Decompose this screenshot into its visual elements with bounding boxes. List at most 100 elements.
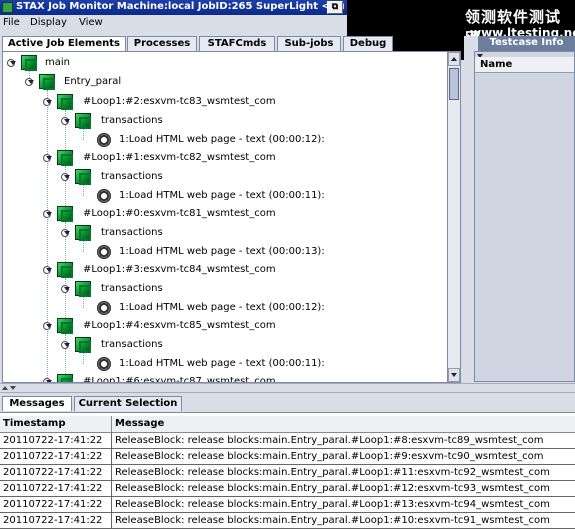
expand-toggle-icon[interactable] — [43, 322, 52, 330]
column-header-message[interactable]: Message — [112, 416, 575, 433]
table-row[interactable]: 20110722-17:41:22 ReleaseBlock: release … — [0, 465, 575, 481]
scroll-down-icon[interactable] — [448, 368, 460, 382]
timestamp-cell: 20110722-17:41:22 — [0, 433, 112, 448]
block-icon — [75, 225, 91, 241]
block-icon — [75, 337, 91, 353]
column-header-timestamp[interactable]: Timestamp — [0, 416, 112, 433]
block-icon — [39, 74, 55, 90]
tree-node-label: transactions — [101, 227, 163, 238]
block-icon — [57, 94, 73, 110]
testcase-info-panel: Testcase Info Name — [464, 36, 575, 382]
menu-bar: File Display View — [0, 15, 347, 32]
tab-sub-jobs[interactable]: Sub-jobs — [277, 36, 341, 51]
tree-node-process[interactable]: 1:Load HTML web page - text (00:00:11): — [3, 188, 443, 204]
expand-toggle-icon[interactable] — [43, 210, 52, 218]
block-icon — [57, 318, 73, 334]
tab-messages[interactable]: Messages — [2, 396, 72, 411]
messages-table: Timestamp Message 20110722-17:41:22 Rele… — [0, 412, 575, 529]
tree-node-label: #Loop1:#3:esxvm-tc84_wsmtest_com — [83, 264, 276, 275]
tree-node-label: transactions — [101, 115, 163, 126]
timestamp-cell: 20110722-17:41:22 — [0, 513, 112, 528]
tree-node-label: 1:Load HTML web page - text (00:00:11): — [119, 358, 325, 369]
tab-processes[interactable]: Processes — [127, 36, 197, 51]
menu-display[interactable]: Display — [30, 17, 67, 28]
column-header-name[interactable]: Name — [475, 57, 574, 73]
tab-stafcmds[interactable]: STAFCmds — [199, 36, 275, 51]
tree-node-label: transactions — [101, 339, 163, 350]
expand-toggle-icon[interactable] — [43, 98, 52, 106]
tree-node-label: #Loop1:#4:esxvm-tc85_wsmtest_com — [83, 320, 276, 331]
message-cell: ReleaseBlock: release blocks:main.Entry_… — [115, 467, 550, 478]
tree-node-process[interactable]: 1:Load HTML web page - text (00:00:11): — [3, 356, 443, 372]
table-row[interactable]: 20110722-17:41:22 ReleaseBlock: release … — [0, 497, 575, 513]
tab-testcase-info[interactable]: Testcase Info — [478, 36, 575, 51]
tree-node-loop[interactable]: #Loop1:#3:esxvm-tc84_wsmtest_com — [3, 262, 443, 278]
expand-toggle-icon[interactable] — [61, 229, 70, 237]
tree-node-label: #Loop1:#1:esxvm-tc82_wsmtest_com — [83, 152, 276, 163]
tree-node-loop[interactable]: #Loop1:#1:esxvm-tc82_wsmtest_com — [3, 150, 443, 166]
collapse-up-icon[interactable] — [2, 386, 8, 390]
gear-icon — [97, 357, 111, 371]
expand-toggle-icon[interactable] — [61, 341, 70, 349]
stax-app-icon — [2, 2, 13, 13]
tree-node-label: 1:Load HTML web page - text (00:00:13): — [119, 246, 325, 257]
tree-node-loop[interactable]: #Loop1:#4:esxvm-tc85_wsmtest_com — [3, 318, 443, 334]
tree-node-process[interactable]: 1:Load HTML web page - text (00:00:12): — [3, 300, 443, 316]
scroll-up-icon[interactable] — [448, 52, 460, 66]
tree-node-label: 1:Load HTML web page - text (00:00:12): — [119, 302, 325, 313]
message-cell: ReleaseBlock: release blocks:main.Entry_… — [115, 515, 550, 526]
gear-icon — [97, 189, 111, 203]
tab-active-job-elements[interactable]: Active Job Elements — [2, 36, 126, 52]
block-icon — [75, 281, 91, 297]
table-row[interactable]: 20110722-17:41:22 ReleaseBlock: release … — [0, 449, 575, 465]
menu-file[interactable]: File — [3, 17, 20, 28]
expand-toggle-icon[interactable] — [61, 285, 70, 293]
expand-toggle-icon[interactable] — [61, 117, 70, 125]
table-row[interactable]: 20110722-17:41:22 ReleaseBlock: release … — [0, 433, 575, 449]
expand-toggle-icon[interactable] — [25, 78, 34, 86]
tree-node-transactions[interactable]: transactions — [3, 281, 443, 297]
table-row[interactable]: 20110722-17:41:22 ReleaseBlock: release … — [0, 481, 575, 497]
block-icon — [75, 169, 91, 185]
scroll-thumb[interactable] — [449, 68, 459, 100]
tree-node-transactions[interactable]: transactions — [3, 113, 443, 129]
collapse-down-icon[interactable] — [10, 386, 16, 390]
tree-node-transactions[interactable]: transactions — [3, 169, 443, 185]
gear-icon — [97, 245, 111, 259]
table-row[interactable]: 20110722-17:41:22 ReleaseBlock: release … — [0, 513, 575, 529]
block-icon — [57, 374, 73, 382]
tree-node-loop[interactable]: #Loop1:#2:esxvm-tc83_wsmtest_com — [3, 94, 443, 110]
tree-node-loop[interactable]: #Loop1:#0:esxvm-tc81_wsmtest_com — [3, 206, 443, 222]
messages-table-header: Timestamp Message — [0, 416, 575, 433]
timestamp-cell: 20110722-17:41:22 — [0, 465, 112, 480]
menu-view[interactable]: View — [79, 17, 103, 28]
tree-node-process[interactable]: 1:Load HTML web page - text (00:00:13): — [3, 244, 443, 260]
expand-toggle-icon[interactable] — [43, 154, 52, 162]
tab-current-selection[interactable]: Current Selection — [74, 396, 182, 411]
expand-toggle-icon[interactable] — [43, 266, 52, 274]
expand-toggle-icon[interactable] — [7, 59, 16, 67]
tree-node-loop[interactable]: #Loop1:#6:esxvm-tc87_wsmtest_com — [3, 374, 443, 382]
timestamp-cell: 20110722-17:41:22 — [0, 481, 112, 496]
message-cell: ReleaseBlock: release blocks:main.Entry_… — [115, 451, 544, 462]
split-pane-divider[interactable] — [0, 383, 575, 393]
tree-node-label: #Loop1:#0:esxvm-tc81_wsmtest_com — [83, 208, 276, 219]
block-icon — [57, 150, 73, 166]
tree-node-transactions[interactable]: transactions — [3, 225, 443, 241]
block-icon — [75, 113, 91, 129]
tree-node-main[interactable]: main — [3, 55, 443, 71]
gear-icon — [97, 301, 111, 315]
tree-node-entry-paral[interactable]: Entry_paral — [3, 74, 443, 90]
tree-node-process[interactable]: 1:Load HTML web page - text (00:00:12): — [3, 132, 443, 148]
window-menu-button[interactable]: ⧉ — [327, 1, 343, 14]
tree-node-label: Entry_paral — [64, 76, 122, 87]
tab-debug[interactable]: Debug — [343, 36, 393, 51]
job-elements-tree[interactable]: main Entry_paral #Loop1:#2:esxvm-tc83_ws… — [2, 51, 461, 383]
expand-toggle-icon[interactable] — [61, 173, 70, 181]
tree-scrollbar[interactable] — [447, 51, 461, 383]
gear-icon — [97, 133, 111, 147]
message-cell: ReleaseBlock: release blocks:main.Entry_… — [115, 483, 550, 494]
tree-node-label: transactions — [101, 171, 163, 182]
message-cell: ReleaseBlock: release blocks:main.Entry_… — [115, 499, 550, 510]
tree-node-transactions[interactable]: transactions — [3, 337, 443, 353]
